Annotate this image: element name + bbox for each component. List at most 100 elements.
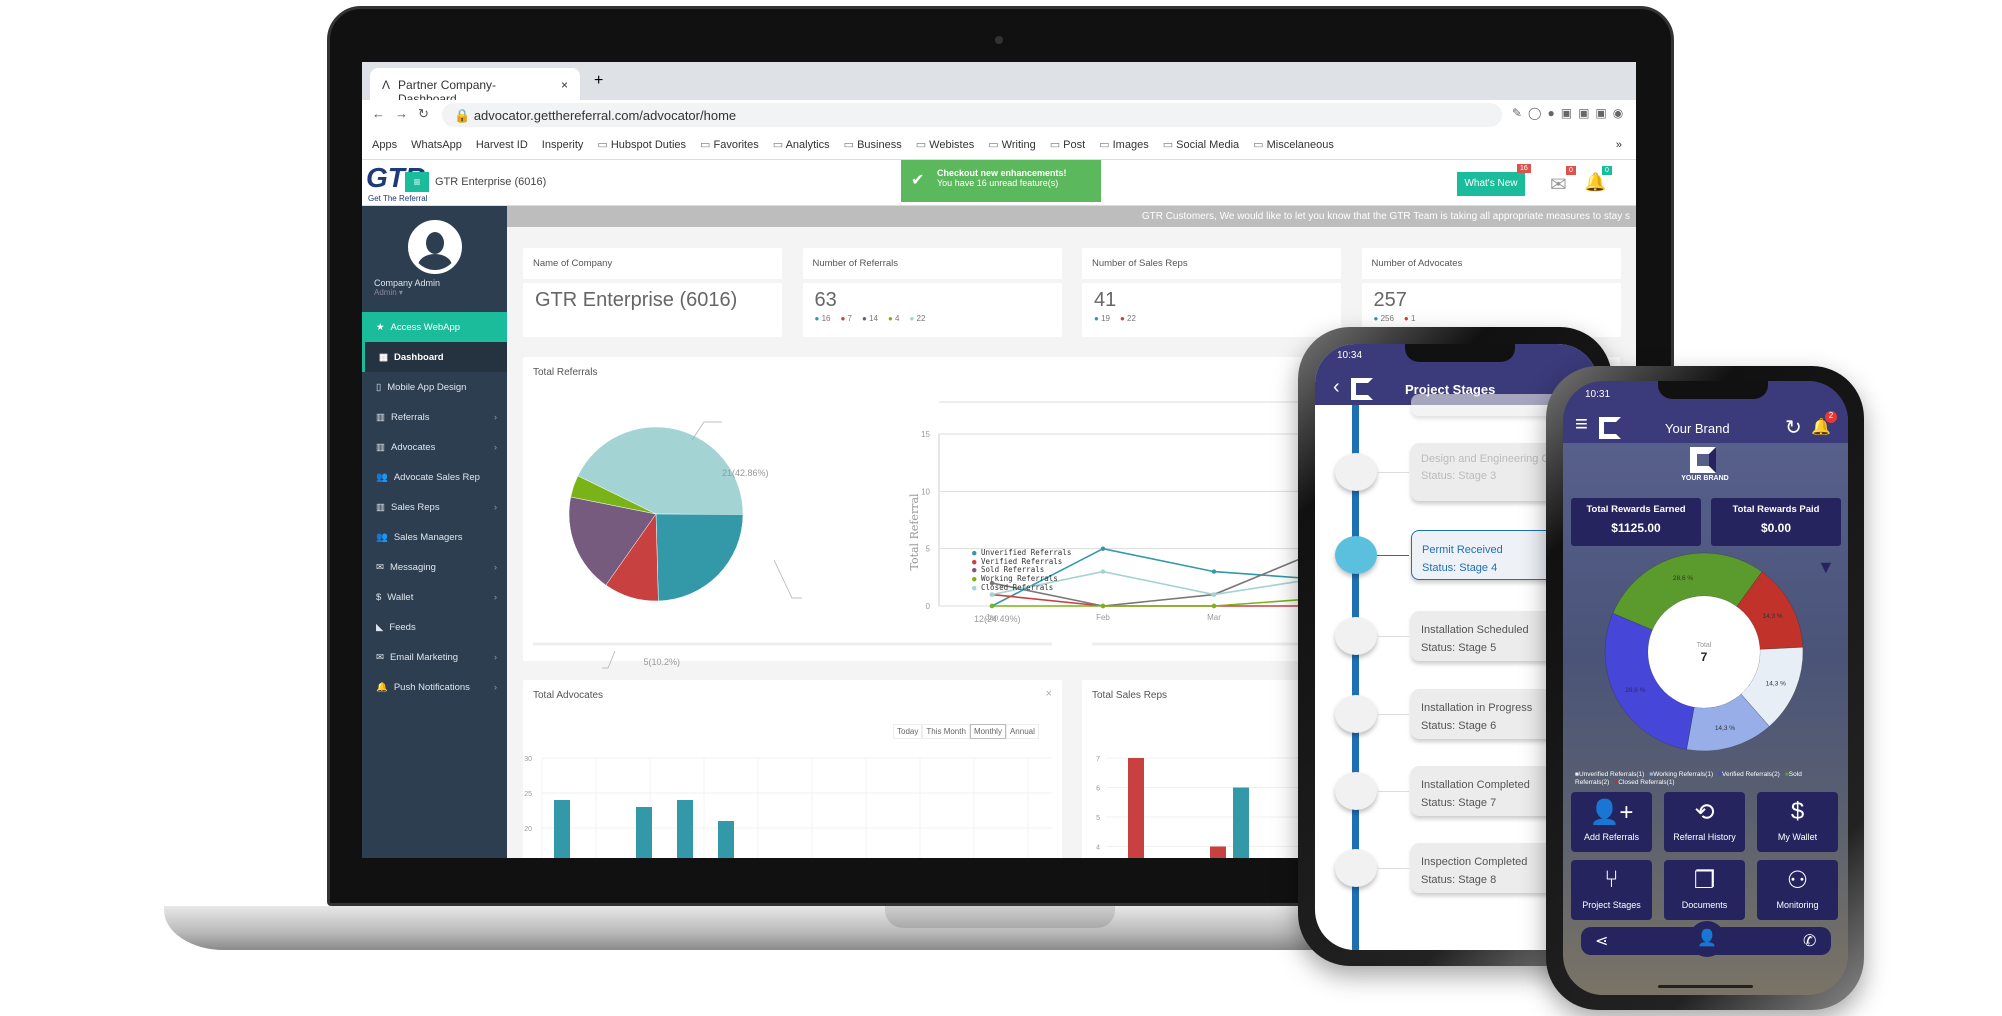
donut-data-label: 14,3 % [1762,613,1782,620]
legend-dot-icon: ● [972,565,982,575]
line-point[interactable] [1100,569,1106,574]
pie-data-label: 5(10.2%) [643,657,680,667]
back-button[interactable]: ‹ [1333,376,1340,399]
legend-label: Closed Referrals(1) [1618,779,1675,786]
tile-monitoring[interactable]: ⚇ Monitoring [1757,860,1838,920]
donut-legend: ■Unverified Referrals(1) ■Working Referra… [1575,771,1845,787]
legend-item[interactable]: ● Closed Referrals [972,582,1071,593]
tile-add-referrals[interactable]: 👤+ Add Referrals [1571,792,1652,852]
x-tick-label: Mar [1207,613,1221,622]
legend-dot-icon: ● [972,574,982,584]
tile-label: Referral History [1673,832,1736,842]
advocates-bar[interactable] [718,821,734,858]
tile-referral-history[interactable]: ⟲ Referral History [1664,792,1745,852]
line-point[interactable] [1211,569,1217,574]
y-tick-label: 0 [926,602,931,611]
legend-label: Unverified Referrals(1) [1578,771,1645,778]
legend-label: Closed Referrals [981,582,1054,592]
my-wallet-icon: $ [1790,798,1805,825]
y-tick-label: 7 [1096,756,1100,763]
project-stages-icon: ⑂ [1604,866,1619,893]
brand-logo-icon [1351,378,1373,400]
share-icon[interactable]: ⋖ [1595,931,1608,951]
y-tick-label: 6 [1096,786,1100,793]
line-point[interactable] [989,603,995,609]
your-brand-logo [1690,447,1716,473]
refresh-icon[interactable]: ↻ [1785,415,1802,440]
advocates-bar[interactable] [554,800,570,858]
rewards-box[interactable]: Total Rewards Earned $1125.00 [1571,498,1701,546]
y-tick-label: 10 [921,487,930,496]
legend-label: Verified Referrals(2) [1722,771,1780,778]
legend-dot-icon: ● [972,582,982,592]
phone-dashboard: 10:31 ≡ Your Brand ↻ 🔔 2 YOUR BRAND Tota… [1546,366,1864,1010]
referral-donut-chart: 28,6 % 14,3 % 14,3 % 14,3 % 28,6 % Total7 [1604,552,1804,752]
phone2-header: 10:31 ≡ Your Brand ↻ 🔔 2 [1563,381,1848,443]
advocates-bar[interactable] [636,807,652,858]
y-tick-label: 30 [524,756,532,763]
tile-label: Project Stages [1582,900,1641,910]
screen-title: Your Brand [1665,421,1730,436]
y-tick-label: 5 [926,545,931,554]
brand-logo-icon [1599,417,1621,439]
pie-slice-unverified-referrals[interactable] [655,513,744,602]
legend-label: Verified Referrals [981,556,1063,566]
line-point[interactable] [1211,592,1217,597]
add-user-button[interactable]: 👤 [1689,921,1725,957]
referral-history-icon: ⟲ [1694,799,1715,826]
status-time: 10:31 [1585,389,1611,400]
stage-connector [1377,636,1409,637]
legend-dot-icon: ● [972,556,982,566]
laptop-notch [885,906,1115,928]
home-indicator [1658,985,1753,988]
tile-my-wallet[interactable]: $ My Wallet [1757,792,1838,852]
tile-project-stages[interactable]: ⑂ Project Stages [1571,860,1652,920]
notification-badge: 2 [1825,411,1837,423]
add-referrals-icon: 👤+ [1589,799,1634,826]
stage-node [1335,849,1377,887]
monitoring-icon: ⚇ [1786,867,1809,894]
stage-node [1335,453,1377,491]
pie-legend: ● Unverified Referrals ● Verified Referra… [972,548,1072,593]
tile-documents[interactable]: ❐ Documents [1664,860,1745,920]
line-point[interactable] [1100,546,1106,551]
phone-notch [1658,381,1768,399]
sales-reps-bar[interactable] [1233,787,1249,859]
y-tick-label: 5 [1096,815,1100,822]
sales-reps-bar[interactable] [1128,758,1144,858]
legend-label: Working Referrals(1) [1653,771,1714,778]
legend-dot-icon: ● [972,548,982,557]
phone2-screen: 10:31 ≡ Your Brand ↻ 🔔 2 YOUR BRAND Tota… [1563,381,1848,995]
hamburger-menu-icon[interactable]: ≡ [1575,411,1588,437]
donut-data-label: 28,6 % [1673,575,1693,582]
rewards-box[interactable]: Total Rewards Paid $0.00 [1711,498,1841,546]
pie-data-label: 21(42.86%) [722,468,769,478]
y-axis-label: Total Referral [908,493,921,571]
y-tick-label: 4 [1096,845,1100,852]
rewards-label: Total Rewards Earned [1586,504,1686,515]
documents-icon: ❐ [1693,867,1716,894]
donut-center-value: 7 [1701,650,1708,664]
sales-reps-bar[interactable] [1210,846,1226,859]
legend-label: Sold Referrals [981,565,1045,575]
stage-connector [1377,555,1409,556]
line-point[interactable] [989,592,995,597]
advocates-bar[interactable] [677,800,693,858]
call-message-icon[interactable]: ✆ [1803,931,1816,951]
webcam [995,36,1003,44]
stage-connector [1377,868,1409,869]
bottom-action-bar: ⋖ 👤 ✆ [1581,921,1831,957]
stage-connector [1377,472,1409,473]
rewards-label: Total Rewards Paid [1732,504,1820,515]
y-tick-label: 15 [921,430,930,439]
phone-notch [1405,344,1515,362]
stage-node [1335,536,1377,574]
line-point[interactable] [1100,603,1106,609]
stage-node [1335,695,1377,733]
legend-label: Unverified Referrals [981,548,1072,557]
stage-node [1335,772,1377,810]
line-point[interactable] [1211,603,1217,609]
tile-label: Add Referrals [1583,832,1640,842]
y-tick-label: 25 [524,791,532,798]
x-tick-label: Jan [986,613,999,622]
